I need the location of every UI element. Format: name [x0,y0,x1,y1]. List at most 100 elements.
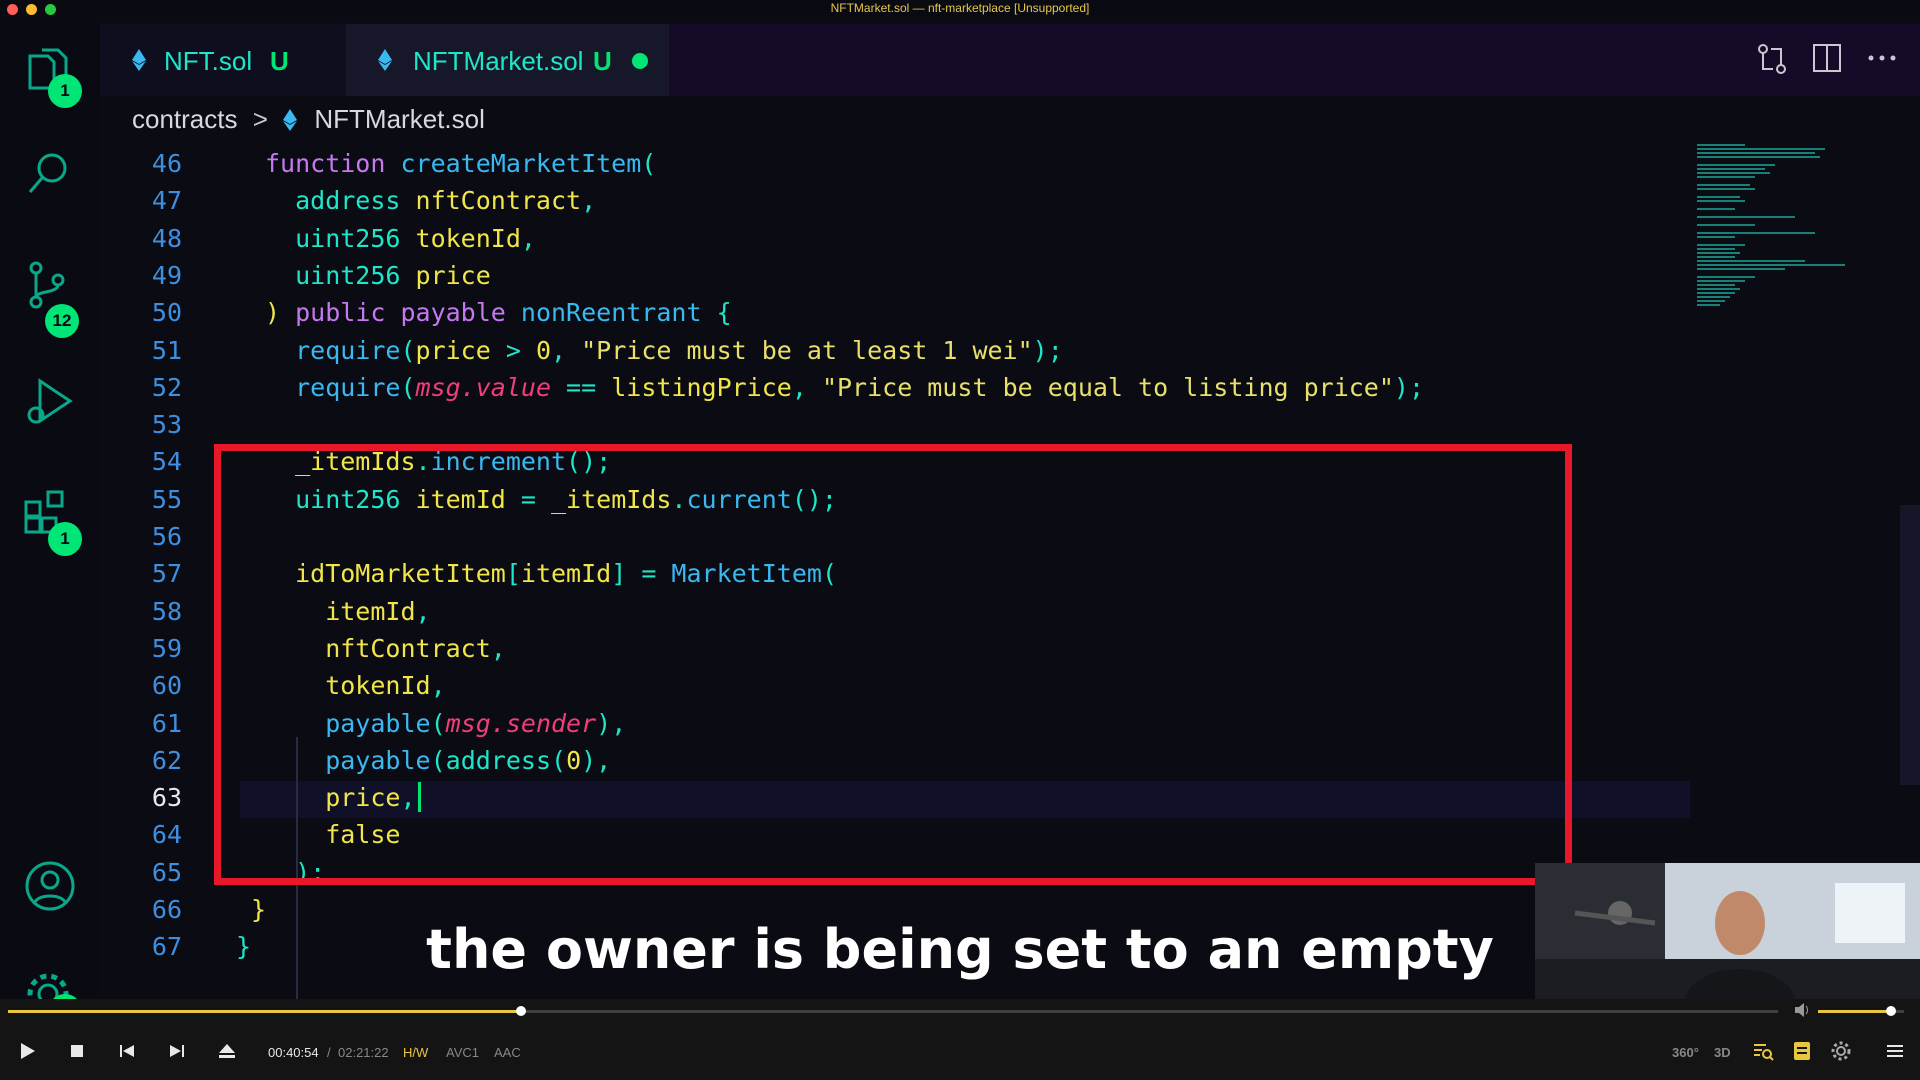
code-text: require(msg.value == listingPrice, "Pric… [265,369,1424,406]
code-token: ); [1032,335,1063,365]
code-line[interactable]: 51 require(price > 0, "Price must be at … [100,332,1680,369]
code-line[interactable]: 50) public payable nonReentrant { [100,294,1680,331]
code-token: uint256 [265,260,416,290]
line-number: 56 [151,522,182,551]
search-subtitles-icon[interactable] [1752,1040,1774,1062]
code-text: uint256 tokenId, [265,220,536,257]
menu-icon[interactable] [1884,1040,1906,1062]
code-token: == [551,372,612,402]
stop-icon[interactable] [66,1040,88,1062]
seek-bar-fill [8,1010,522,1013]
vr-360-button[interactable]: 360° [1672,1045,1699,1060]
activity-bar: 1 12 1 1 [0,18,100,1018]
code-token: require [265,372,401,402]
code-line[interactable]: 46 function createMarketItem( [100,145,1680,182]
code-token: > [505,335,536,365]
hw-decoding-label: H/W [403,1045,429,1060]
code-token: ); [1393,372,1425,402]
code-token: , [581,186,597,216]
code-token: , [520,223,536,253]
settings-icon[interactable] [1830,1040,1852,1062]
volume-icon[interactable] [1794,1003,1810,1017]
code-line[interactable]: 52 require(msg.value == listingPrice, "P… [100,369,1680,406]
breadcrumb-file[interactable]: NFTMarket.sol [314,104,484,134]
video-codec-label: AVC1 [446,1045,479,1060]
line-number: 55 [151,484,182,514]
code-token: { [716,298,732,328]
audio-codec-label: AAC [494,1045,521,1060]
code-token: tokenId [415,223,521,253]
editor-scrollbar[interactable] [1900,505,1920,785]
line-number: 46 [151,149,182,178]
tab-status: U [593,46,612,76]
code-line[interactable]: 49 uint256 price [100,257,1680,294]
line-number: 59 [151,633,182,663]
split-editor-icon[interactable] [1812,43,1842,73]
more-actions-icon[interactable] [1868,54,1896,62]
extensions-badge: 1 [48,522,82,556]
tab-status: U [270,46,289,76]
tab-nft-sol[interactable]: NFT.sol U [100,24,346,96]
code-token: msg.value [415,372,551,402]
ethereum-icon [132,49,146,71]
code-token: , [551,335,582,365]
code-line[interactable]: 47 address nftContract, [100,182,1680,219]
line-number: 47 [151,186,182,216]
code-token: address [265,186,416,216]
minimap[interactable] [1695,140,1855,360]
code-line[interactable]: 53 [100,406,1680,443]
code-token: ) [265,298,296,328]
code-text: require(price > 0, "Price must be at lea… [265,332,1063,369]
account-icon[interactable] [22,858,78,914]
current-time: 00:40:54 [268,1045,319,1060]
line-number: 48 [151,223,182,253]
next-icon[interactable] [166,1040,188,1062]
line-number: 54 [151,447,182,477]
code-token: uint256 [265,223,416,253]
run-debug-icon[interactable] [22,373,78,429]
volume-slider[interactable] [1818,1006,1904,1016]
ethereum-icon [378,49,392,71]
previous-icon[interactable] [116,1040,138,1062]
code-token: ( [400,335,416,365]
code-token: createMarketItem [400,149,642,178]
line-number: 62 [151,745,182,775]
code-text: address nftContract, [265,182,596,219]
code-token: ( [641,149,657,178]
code-token: public payable [295,298,521,328]
compare-changes-icon[interactable] [1756,42,1788,76]
line-number: 61 [151,708,182,738]
3d-button[interactable]: 3D [1714,1045,1731,1060]
search-icon[interactable] [22,146,78,202]
tab-label: NFT.sol [164,46,253,76]
code-token: ( [400,372,416,402]
tab-nftmarket-sol[interactable]: NFTMarket.sol U [346,24,669,96]
breadcrumb-folder[interactable]: contracts [132,104,238,134]
title-bar: NFTMarket.sol — nft-marketplace [Unsuppo… [0,0,1920,18]
source-control-badge: 12 [45,304,79,338]
total-time: 02:21:22 [338,1045,389,1060]
line-number: 65 [151,857,182,887]
code-line[interactable]: 48 uint256 tokenId, [100,220,1680,257]
code-token: "Price must be at least 1 wei" [581,335,1033,365]
play-icon[interactable] [16,1040,38,1062]
line-number: 51 [151,335,182,365]
highlight-box [214,444,1572,885]
subtitles-icon[interactable] [1791,1040,1813,1062]
code-text: function createMarketItem( [265,145,656,182]
time-separator: / [327,1045,331,1060]
unsaved-dot-icon[interactable] [632,53,648,69]
code-token: "Price must be equal to listing price" [821,372,1394,402]
eject-icon[interactable] [216,1040,238,1062]
webcam-overlay [1535,863,1920,999]
code-token: nonReentrant [520,298,717,328]
volume-fill [1818,1010,1892,1013]
line-number: 50 [151,298,182,328]
seek-bar[interactable] [8,1006,1778,1016]
line-number: 63 [151,783,182,813]
code-token: function [265,149,401,178]
explorer-badge: 1 [48,74,82,108]
window-title: NFTMarket.sol — nft-marketplace [Unsuppo… [830,1,1090,15]
code-token: listingPrice [611,372,792,402]
line-number: 52 [151,372,182,402]
